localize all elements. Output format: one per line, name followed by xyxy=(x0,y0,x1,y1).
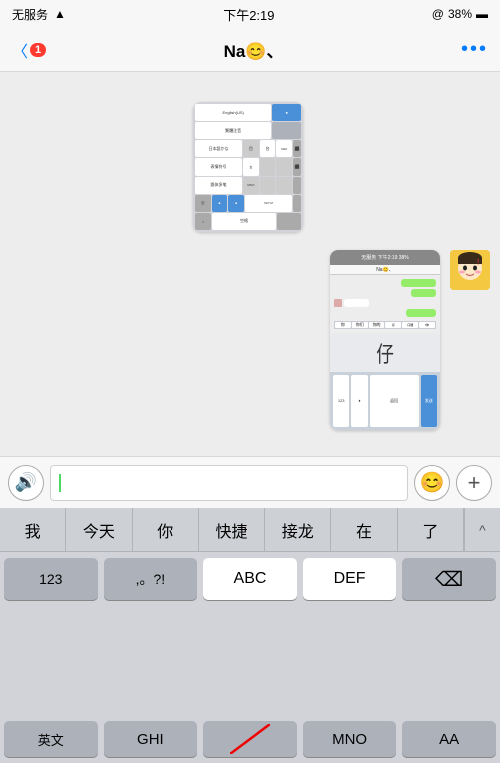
predictive-bar: 我 今天 你 快捷 接龙 在 了 ^ xyxy=(0,508,500,552)
status-left: 无服务 ▲ xyxy=(12,6,66,23)
message-input[interactable] xyxy=(50,465,408,501)
pred-接龙[interactable]: 接龙 xyxy=(265,508,331,551)
key-mno[interactable]: MNO xyxy=(303,721,397,757)
pred-快捷[interactable]: 快捷 xyxy=(199,508,265,551)
key-yingwen[interactable]: 英文 xyxy=(4,721,98,757)
status-time: 下午2:19 xyxy=(223,5,274,24)
emoji-icon: 😊 xyxy=(420,470,445,495)
avatar: ! xyxy=(450,250,490,290)
delete-key[interactable]: ⌫ xyxy=(402,558,496,600)
text-cursor xyxy=(59,474,61,492)
mini-handwriting: 仔 xyxy=(330,333,440,372)
keyboard: 我 今天 你 快捷 接龙 在 了 ^ 123 ,。?! ABC DEF ⌫ 英文… xyxy=(0,508,500,763)
screenshot-bubble-2: 无服务 下午2:19 38% Na😊、 你 你们 你的 xyxy=(330,250,440,430)
chat-title: Na😊、 xyxy=(224,37,284,62)
pred-我[interactable]: 我 xyxy=(0,508,66,551)
more-button[interactable]: ••• xyxy=(461,38,488,61)
mini-chat-statusbar: 无服务 下午2:19 38% xyxy=(330,250,440,265)
add-button[interactable]: + xyxy=(456,465,492,501)
key-strikethrough[interactable] xyxy=(203,721,297,757)
mini-keyboard: English(US) ● 繁體注音 日本語かな 目 台 DEF ⬛ 表情符号 … xyxy=(193,102,303,232)
key-symbols[interactable]: ,。?! xyxy=(104,558,198,600)
key-aa[interactable]: AA xyxy=(402,721,496,757)
battery-icon: ▬ xyxy=(476,7,488,21)
battery-label: 38% xyxy=(448,7,472,21)
key-def[interactable]: DEF xyxy=(303,558,397,600)
message-row-2: 无服务 下午2:19 38% Na😊、 你 你们 你的 xyxy=(330,250,490,430)
mini-bottom-keyboard: 123 ♦ 返回 发送 xyxy=(330,372,440,430)
emoji-button[interactable]: 😊 xyxy=(414,465,450,501)
unread-badge: 1 xyxy=(30,43,46,57)
back-button[interactable]: 〈 1 xyxy=(12,38,46,62)
carrier-label: 无服务 xyxy=(12,6,48,23)
status-right: @ 38% ▬ xyxy=(432,7,488,21)
status-bar: 无服务 ▲ 下午2:19 @ 38% ▬ xyxy=(0,0,500,28)
chevron-left-icon: 〈 xyxy=(12,38,28,62)
input-bar: 🔊 😊 + xyxy=(0,456,500,508)
key-row-1: 123 ,。?! ABC DEF ⌫ xyxy=(0,552,500,719)
mini-chat-body: 你 你们 你的 仔 仔细 f你 xyxy=(330,275,440,333)
screenshot-bubble-1: English(US) ● 繁體注音 日本語かな 目 台 DEF ⬛ 表情符号 … xyxy=(193,102,303,232)
key-abc[interactable]: ABC xyxy=(203,558,297,600)
chevron-up-icon[interactable]: ^ xyxy=(464,508,500,551)
wifi-icon: ▲ xyxy=(54,7,66,21)
voice-button[interactable]: 🔊 xyxy=(8,465,44,501)
key-123[interactable]: 123 xyxy=(4,558,98,600)
pred-在[interactable]: 在 xyxy=(331,508,397,551)
key-ghi[interactable]: GHI xyxy=(104,721,198,757)
message-row-1: English(US) ● 繁體注音 日本語かな 目 台 DEF ⬛ 表情符号 … xyxy=(193,102,307,232)
chat-area: English(US) ● 繁體注音 日本語かな 目 台 DEF ⬛ 表情符号 … xyxy=(0,72,500,456)
handwriting-char: 仔 xyxy=(376,337,394,369)
pred-了[interactable]: 了 xyxy=(398,508,464,551)
avatar-image: ! xyxy=(450,250,490,290)
nav-bar: 〈 1 Na😊、 ••• xyxy=(0,28,500,72)
location-icon: @ xyxy=(432,7,444,21)
voice-icon: 🔊 xyxy=(15,472,37,493)
add-icon: + xyxy=(468,470,481,496)
svg-text:!: ! xyxy=(477,258,479,267)
pred-你[interactable]: 你 xyxy=(133,508,199,551)
key-row-2: 英文 GHI MNO AA xyxy=(0,719,500,763)
pred-今天[interactable]: 今天 xyxy=(66,508,132,551)
